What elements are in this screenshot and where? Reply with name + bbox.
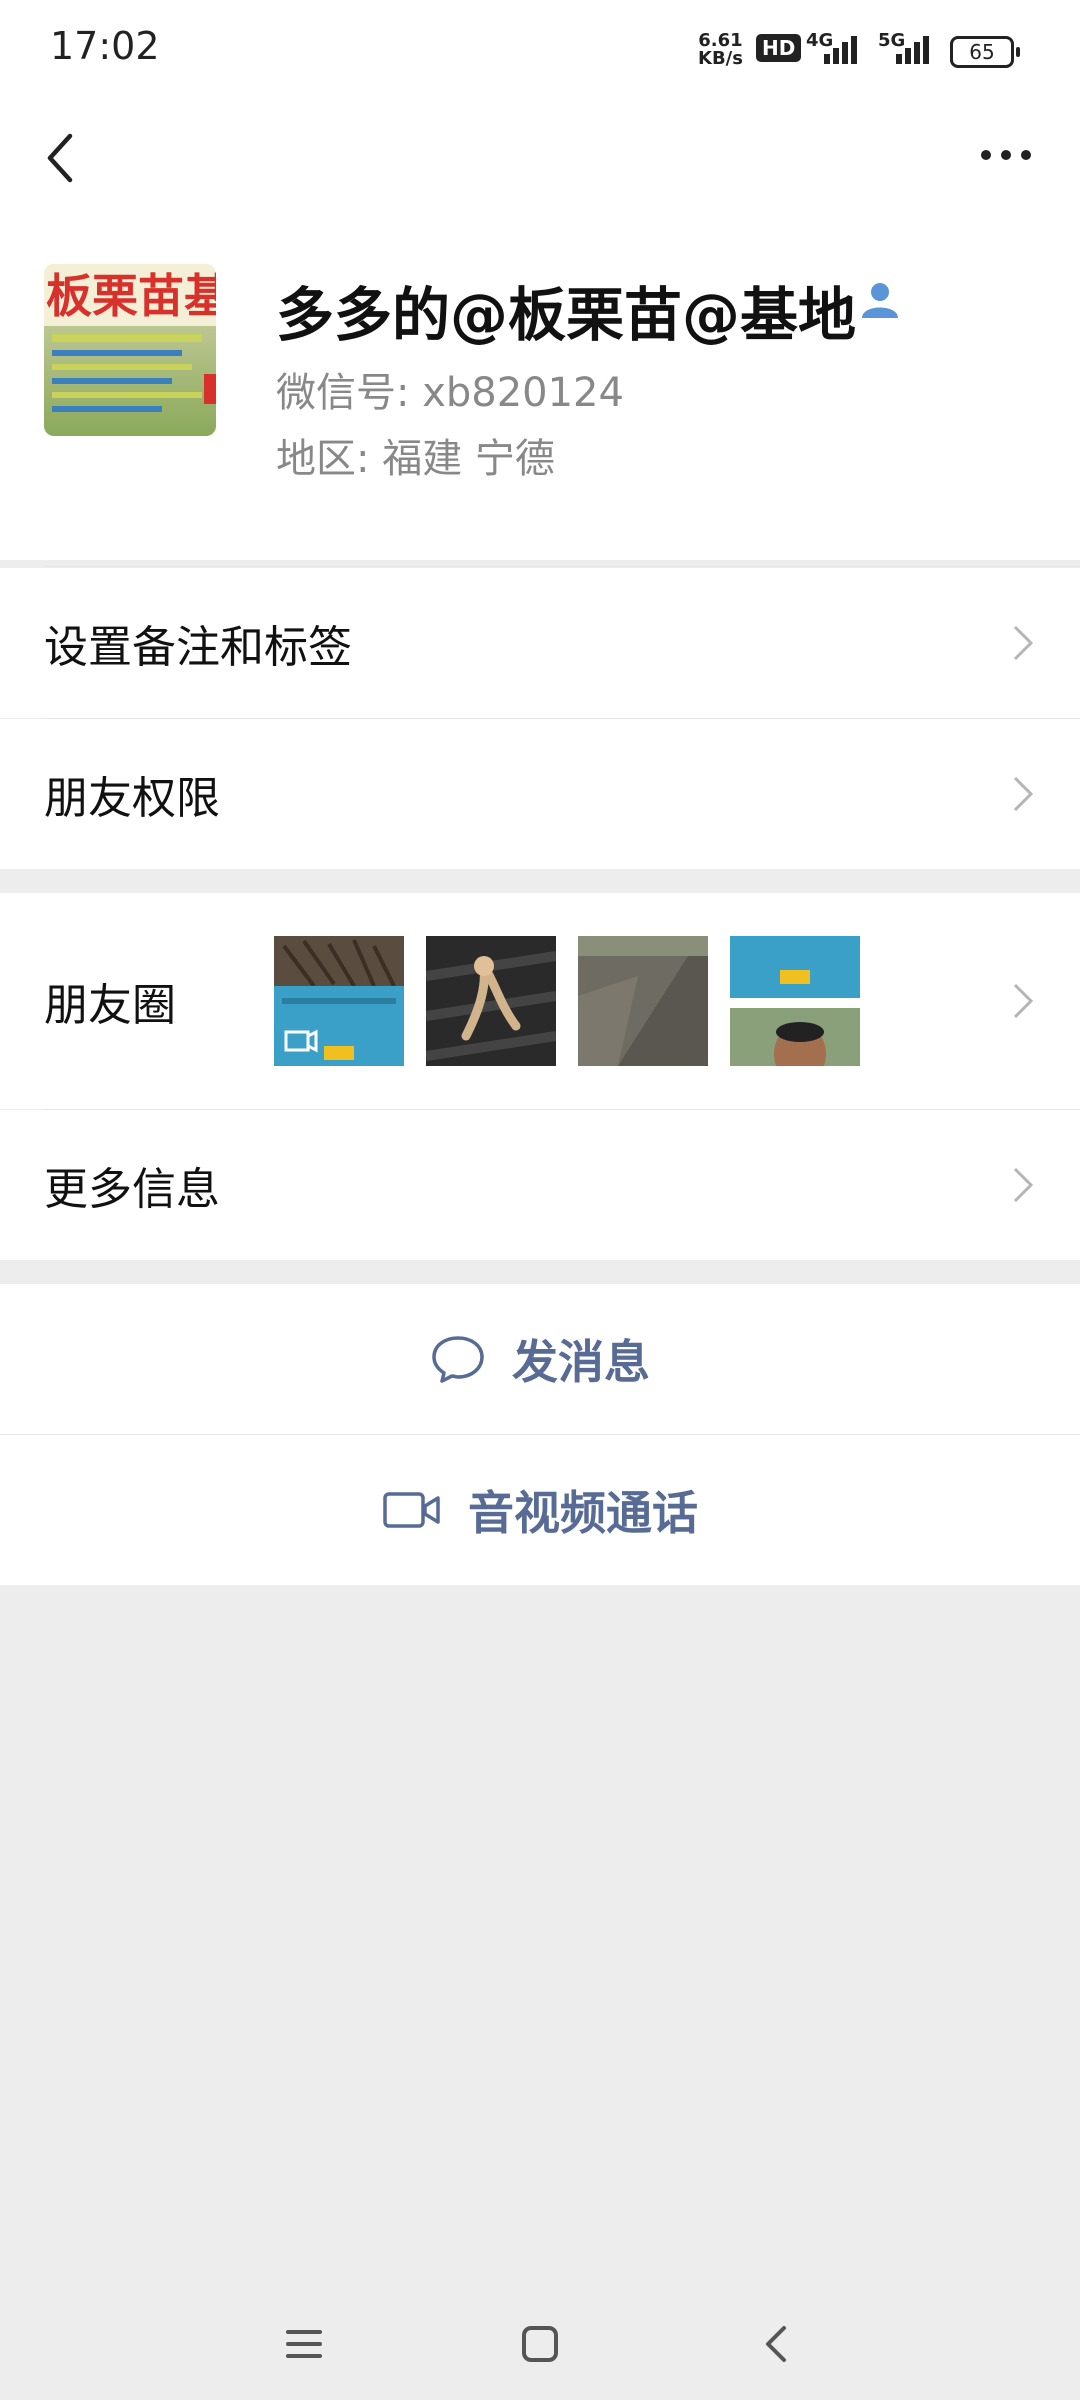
more-icon[interactable] — [978, 140, 1034, 170]
av-call-label: 音视频通话 — [468, 1486, 698, 1540]
video-camera-icon — [383, 1492, 440, 1528]
menu-icon[interactable] — [284, 2324, 324, 2364]
send-message-button[interactable]: 发消息 — [0, 1284, 1080, 1434]
chevron-right-icon — [1013, 776, 1034, 812]
signal-4g-icon — [824, 34, 866, 64]
moments-thumbnail[interactable] — [274, 936, 404, 1066]
hd-badge: HD — [756, 34, 802, 62]
system-nav-bar — [0, 2300, 1080, 2400]
battery-icon: 65 — [950, 36, 1020, 68]
chat-bubble-icon — [432, 1336, 484, 1383]
wechat-id: 微信号: xb820124 — [276, 370, 624, 416]
remark-tags-row[interactable]: 设置备注和标签 — [0, 568, 1080, 718]
moments-label: 朋友圈 — [44, 980, 176, 1031]
moments-thumbnail[interactable] — [578, 936, 708, 1066]
moments-thumbnail[interactable] — [426, 936, 556, 1066]
net-speed: 6.61 KB/s — [698, 32, 743, 68]
friend-permissions-label: 朋友权限 — [44, 773, 220, 824]
contact-person-icon — [862, 283, 898, 318]
more-info-row[interactable]: 更多信息 — [0, 1110, 1080, 1260]
chevron-right-icon — [1013, 625, 1034, 661]
status-bar: 17:02 6.61 KB/s HD 4G 5G 65 — [0, 0, 1080, 100]
status-time: 17:02 — [50, 24, 160, 68]
send-message-label: 发消息 — [512, 1335, 650, 1389]
region: 地区: 福建 宁德 — [276, 436, 555, 482]
signal-5g-icon — [896, 34, 938, 64]
home-icon[interactable] — [520, 2324, 560, 2364]
nav-back-icon[interactable] — [756, 2324, 796, 2364]
remark-tags-label: 设置备注和标签 — [44, 622, 352, 673]
moments-thumbnail[interactable] — [730, 936, 860, 1066]
profile-name: 多多的@板栗苗@基地 — [276, 281, 857, 349]
avatar-text: 板栗苗基 — [46, 269, 216, 323]
back-icon[interactable] — [40, 128, 84, 188]
net-speed-unit: KB/s — [698, 48, 743, 69]
chevron-right-icon — [1013, 1167, 1034, 1203]
chevron-right-icon — [1013, 983, 1034, 1019]
av-call-button[interactable]: 音视频通话 — [0, 1435, 1080, 1585]
avatar[interactable]: 板栗苗基 — [44, 264, 216, 436]
divider — [44, 566, 1080, 567]
more-info-label: 更多信息 — [44, 1164, 220, 1215]
friend-permissions-row[interactable]: 朋友权限 — [0, 719, 1080, 869]
